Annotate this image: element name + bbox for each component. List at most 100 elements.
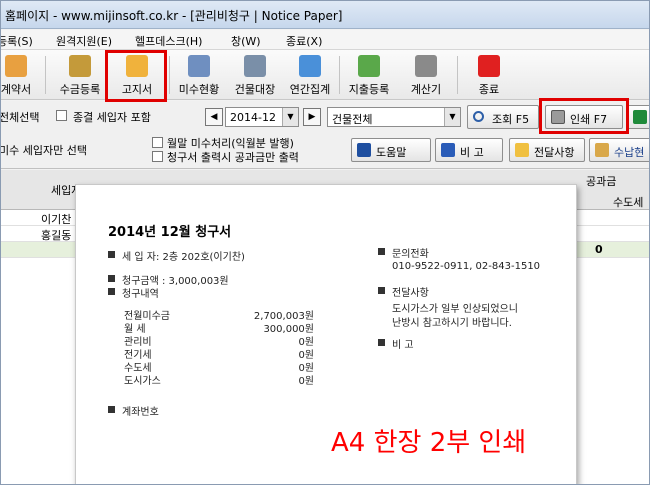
toolbar-divider (45, 56, 46, 94)
window-title: 홈페이지 - www.mijinsoft.co.kr - [관리비청구 | No… (5, 9, 343, 23)
print-annotation: A4 한장 2부 인쇄 (331, 428, 527, 458)
water-column-header: 수도세 (613, 196, 644, 209)
utilities-column-header: 공과금 (586, 175, 617, 188)
notice-message-label: 전달사항 (534, 146, 575, 159)
expense-register-label: 지출등록 (348, 83, 390, 96)
tenant-name: 홍길동 (41, 229, 72, 242)
receipt-icon (595, 143, 609, 157)
receipt-button[interactable]: 수납현 (589, 138, 649, 162)
memo-section-label: 비 고 (392, 340, 414, 351)
annual-summary-label: 연간집계 (289, 83, 331, 96)
memo-label: 비 고 (460, 146, 484, 159)
building-ledger-label: 건물대장 (234, 83, 276, 96)
calculator-icon (415, 55, 437, 77)
payment-register-button[interactable]: 수금등록 (51, 52, 109, 98)
chevron-down-icon: ▼ (282, 108, 298, 126)
select-all-label[interactable]: 전체선택 (1, 109, 39, 125)
expense-register-button[interactable]: 지출등록 (341, 52, 397, 98)
excel-button[interactable] (627, 105, 649, 129)
exit-button[interactable]: 종료 (461, 52, 517, 98)
exit-label: 종료 (478, 83, 500, 96)
details-label: 청구내역 (122, 289, 159, 300)
contract-label: 계약서 (0, 83, 32, 96)
next-period-button[interactable]: ▶ (303, 108, 321, 126)
bullet-icon (108, 288, 115, 295)
toolbar-divider (339, 56, 340, 94)
title-bar: 홈페이지 - www.mijinsoft.co.kr - [관리비청구 | No… (1, 1, 649, 29)
bullet-icon (108, 251, 115, 258)
bullet-icon (378, 287, 385, 294)
contact-label: 문의전화 (392, 249, 429, 260)
ended-tenants-checkbox[interactable] (56, 110, 67, 121)
building-select[interactable]: 건물전체 ▼ (327, 107, 461, 127)
notice-line-1: 도시가스가 일부 인상되었으니 (392, 304, 518, 315)
contact-value: 010-9522-0911, 02-843-1510 (392, 261, 541, 272)
menu-helpdesk[interactable]: 헬프데스크(H) (135, 33, 202, 49)
memo-icon (441, 143, 455, 157)
expense-icon (358, 55, 380, 77)
invoice-title: 2014년 12월 청구서 (108, 225, 232, 240)
left-arrow-icon: ◀ (210, 112, 218, 122)
menu-bar: 등록(S) 원격지원(E) 헬프데스크(H) 창(W) 종료(X) (1, 30, 649, 50)
unpaid-status-button[interactable]: 미수현황 (171, 52, 227, 98)
search-icon (473, 111, 484, 122)
calculator-label: 계산기 (410, 83, 442, 96)
toolbar-divider (457, 56, 458, 94)
contract-icon (5, 55, 27, 77)
monthly-unpaid-checkbox[interactable] (152, 137, 163, 148)
help-book-icon (357, 143, 371, 157)
help-label: 도움말 (376, 146, 407, 159)
ledger-icon (188, 55, 210, 77)
query-label: 조회 F5 (492, 113, 530, 126)
bullet-icon (108, 406, 115, 413)
item-value: 0원 (298, 376, 314, 387)
excel-icon (633, 110, 647, 124)
toolbar: 계약서 수금등록 고지서 미수현황 건물대장 연간집계 지출등록 계산기 종료 (0, 50, 649, 100)
account-label: 계좌번호 (122, 407, 159, 418)
menu-remote-support[interactable]: 원격지원(E) (56, 33, 112, 49)
contract-button[interactable]: 계약서 (0, 52, 41, 98)
tenant-info: 세 입 자: 2층 202호(이기찬) (122, 252, 245, 263)
calendar-icon (299, 55, 321, 77)
receipt-label: 수납현 (614, 146, 645, 159)
total-value: 0 (595, 243, 603, 256)
item-name: 도시가스 (124, 376, 161, 387)
help-button[interactable]: 도움말 (351, 138, 431, 162)
building-ledger-icon (244, 55, 266, 77)
payment-register-label: 수금등록 (59, 83, 101, 96)
menu-exit[interactable]: 종료(X) (286, 33, 322, 49)
bullet-icon (378, 248, 385, 255)
invoice-amount-label: 청구서 출력시 공과금만 출력 (167, 151, 299, 164)
invoice-amount-checkbox[interactable] (152, 151, 163, 162)
filter-row-2: 미수 세입자만 선택 월말 미수처리(익월분 발행) 청구서 출력시 공과금만 … (1, 131, 649, 169)
annual-summary-button[interactable]: 연간집계 (282, 52, 338, 98)
print-highlight (539, 98, 629, 134)
building-ledger-button[interactable]: 건물대장 (227, 52, 283, 98)
building-value: 건물전체 (332, 113, 373, 126)
query-button[interactable]: 조회 F5 (467, 105, 539, 129)
menu-window[interactable]: 창(W) (231, 33, 261, 49)
notice-highlight (105, 50, 167, 102)
notice-line-2: 난방시 참고하시기 바랍니다. (392, 318, 512, 329)
calculator-button[interactable]: 계산기 (399, 52, 453, 98)
memo-button[interactable]: 비 고 (435, 138, 503, 162)
right-arrow-icon: ▶ (308, 112, 316, 122)
ended-tenants-label: 종결 세입자 포함 (73, 111, 151, 124)
app-window: 홈페이지 - www.mijinsoft.co.kr - [관리비청구 | No… (0, 0, 650, 485)
period-select[interactable]: 2014-12 ▼ (225, 107, 299, 127)
menu-register[interactable]: 등록(S) (1, 33, 33, 49)
prev-period-button[interactable]: ◀ (205, 108, 223, 126)
notice-message-button[interactable]: 전달사항 (509, 138, 585, 162)
exit-x-icon (478, 55, 500, 77)
tenant-name: 이기찬 (41, 213, 72, 226)
coins-icon (69, 55, 91, 77)
notice-section-label: 전달사항 (392, 288, 429, 299)
period-value: 2014-12 (230, 111, 276, 124)
bullet-icon (108, 275, 115, 282)
unpaid-status-label: 미수현황 (178, 83, 220, 96)
unpaid-only-label[interactable]: 미수 세입자만 선택 (1, 142, 87, 158)
note-icon (515, 143, 529, 157)
toolbar-divider (169, 56, 170, 94)
chevron-down-icon: ▼ (444, 108, 460, 126)
bullet-icon (378, 339, 385, 346)
